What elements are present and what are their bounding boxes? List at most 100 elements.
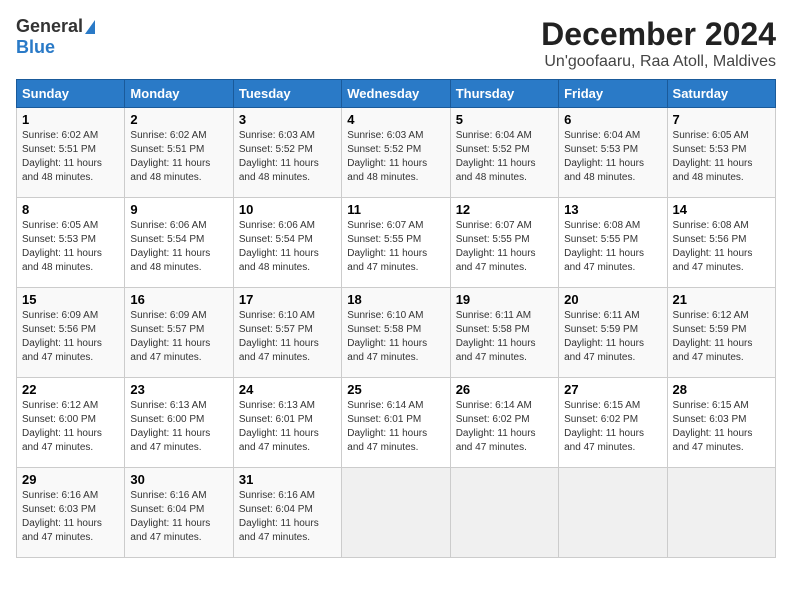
calendar-cell: 8 Sunrise: 6:05 AMSunset: 5:53 PMDayligh… <box>17 198 125 288</box>
day-number: 30 <box>130 472 227 487</box>
day-info: Sunrise: 6:12 AMSunset: 5:59 PMDaylight:… <box>673 310 753 363</box>
day-number: 20 <box>564 292 661 307</box>
calendar-header-saturday: Saturday <box>667 80 775 108</box>
day-number: 8 <box>22 202 119 217</box>
day-number: 14 <box>673 202 770 217</box>
calendar-header-tuesday: Tuesday <box>233 80 341 108</box>
day-info: Sunrise: 6:09 AMSunset: 5:56 PMDaylight:… <box>22 310 102 363</box>
calendar-table: SundayMondayTuesdayWednesdayThursdayFrid… <box>16 79 776 558</box>
calendar-cell: 23 Sunrise: 6:13 AMSunset: 6:00 PMDaylig… <box>125 378 233 468</box>
day-number: 17 <box>239 292 336 307</box>
day-number: 16 <box>130 292 227 307</box>
day-info: Sunrise: 6:15 AMSunset: 6:02 PMDaylight:… <box>564 400 644 453</box>
calendar-cell: 5 Sunrise: 6:04 AMSunset: 5:52 PMDayligh… <box>450 108 558 198</box>
calendar-cell: 15 Sunrise: 6:09 AMSunset: 5:56 PMDaylig… <box>17 288 125 378</box>
day-number: 6 <box>564 112 661 127</box>
day-number: 31 <box>239 472 336 487</box>
day-info: Sunrise: 6:02 AMSunset: 5:51 PMDaylight:… <box>22 130 102 183</box>
day-info: Sunrise: 6:16 AMSunset: 6:03 PMDaylight:… <box>22 490 102 543</box>
calendar-cell <box>559 468 667 558</box>
day-number: 4 <box>347 112 444 127</box>
calendar-cell: 20 Sunrise: 6:11 AMSunset: 5:59 PMDaylig… <box>559 288 667 378</box>
day-info: Sunrise: 6:05 AMSunset: 5:53 PMDaylight:… <box>673 130 753 183</box>
calendar-cell <box>667 468 775 558</box>
calendar-cell: 9 Sunrise: 6:06 AMSunset: 5:54 PMDayligh… <box>125 198 233 288</box>
day-info: Sunrise: 6:03 AMSunset: 5:52 PMDaylight:… <box>347 130 427 183</box>
day-info: Sunrise: 6:10 AMSunset: 5:57 PMDaylight:… <box>239 310 319 363</box>
calendar-cell <box>342 468 450 558</box>
day-info: Sunrise: 6:13 AMSunset: 6:00 PMDaylight:… <box>130 400 210 453</box>
calendar-week-row: 15 Sunrise: 6:09 AMSunset: 5:56 PMDaylig… <box>17 288 776 378</box>
calendar-header-sunday: Sunday <box>17 80 125 108</box>
calendar-cell: 1 Sunrise: 6:02 AMSunset: 5:51 PMDayligh… <box>17 108 125 198</box>
day-number: 15 <box>22 292 119 307</box>
day-number: 24 <box>239 382 336 397</box>
day-info: Sunrise: 6:16 AMSunset: 6:04 PMDaylight:… <box>239 490 319 543</box>
day-number: 25 <box>347 382 444 397</box>
header: General Blue December 2024 Un'goofaaru, … <box>16 16 776 71</box>
day-number: 21 <box>673 292 770 307</box>
calendar-header-wednesday: Wednesday <box>342 80 450 108</box>
day-number: 5 <box>456 112 553 127</box>
day-number: 3 <box>239 112 336 127</box>
calendar-header-thursday: Thursday <box>450 80 558 108</box>
day-info: Sunrise: 6:12 AMSunset: 6:00 PMDaylight:… <box>22 400 102 453</box>
calendar-cell: 26 Sunrise: 6:14 AMSunset: 6:02 PMDaylig… <box>450 378 558 468</box>
day-number: 26 <box>456 382 553 397</box>
calendar-cell: 25 Sunrise: 6:14 AMSunset: 6:01 PMDaylig… <box>342 378 450 468</box>
day-number: 22 <box>22 382 119 397</box>
calendar-cell: 21 Sunrise: 6:12 AMSunset: 5:59 PMDaylig… <box>667 288 775 378</box>
calendar-cell: 7 Sunrise: 6:05 AMSunset: 5:53 PMDayligh… <box>667 108 775 198</box>
page-subtitle: Un'goofaaru, Raa Atoll, Maldives <box>541 53 776 71</box>
day-number: 7 <box>673 112 770 127</box>
calendar-week-row: 29 Sunrise: 6:16 AMSunset: 6:03 PMDaylig… <box>17 468 776 558</box>
calendar-cell: 19 Sunrise: 6:11 AMSunset: 5:58 PMDaylig… <box>450 288 558 378</box>
day-number: 23 <box>130 382 227 397</box>
calendar-cell: 24 Sunrise: 6:13 AMSunset: 6:01 PMDaylig… <box>233 378 341 468</box>
day-number: 27 <box>564 382 661 397</box>
day-number: 29 <box>22 472 119 487</box>
calendar-cell <box>450 468 558 558</box>
logo-icon <box>85 20 95 34</box>
calendar-cell: 6 Sunrise: 6:04 AMSunset: 5:53 PMDayligh… <box>559 108 667 198</box>
day-info: Sunrise: 6:05 AMSunset: 5:53 PMDaylight:… <box>22 220 102 273</box>
calendar-cell: 16 Sunrise: 6:09 AMSunset: 5:57 PMDaylig… <box>125 288 233 378</box>
calendar-cell: 14 Sunrise: 6:08 AMSunset: 5:56 PMDaylig… <box>667 198 775 288</box>
calendar-week-row: 22 Sunrise: 6:12 AMSunset: 6:00 PMDaylig… <box>17 378 776 468</box>
day-info: Sunrise: 6:06 AMSunset: 5:54 PMDaylight:… <box>130 220 210 273</box>
day-info: Sunrise: 6:04 AMSunset: 5:53 PMDaylight:… <box>564 130 644 183</box>
day-info: Sunrise: 6:11 AMSunset: 5:58 PMDaylight:… <box>456 310 536 363</box>
calendar-cell: 12 Sunrise: 6:07 AMSunset: 5:55 PMDaylig… <box>450 198 558 288</box>
day-info: Sunrise: 6:16 AMSunset: 6:04 PMDaylight:… <box>130 490 210 543</box>
calendar-cell: 27 Sunrise: 6:15 AMSunset: 6:02 PMDaylig… <box>559 378 667 468</box>
calendar-week-row: 1 Sunrise: 6:02 AMSunset: 5:51 PMDayligh… <box>17 108 776 198</box>
day-info: Sunrise: 6:07 AMSunset: 5:55 PMDaylight:… <box>456 220 536 273</box>
day-number: 9 <box>130 202 227 217</box>
day-info: Sunrise: 6:07 AMSunset: 5:55 PMDaylight:… <box>347 220 427 273</box>
day-info: Sunrise: 6:11 AMSunset: 5:59 PMDaylight:… <box>564 310 644 363</box>
calendar-cell: 4 Sunrise: 6:03 AMSunset: 5:52 PMDayligh… <box>342 108 450 198</box>
calendar-cell: 17 Sunrise: 6:10 AMSunset: 5:57 PMDaylig… <box>233 288 341 378</box>
day-info: Sunrise: 6:15 AMSunset: 6:03 PMDaylight:… <box>673 400 753 453</box>
day-info: Sunrise: 6:13 AMSunset: 6:01 PMDaylight:… <box>239 400 319 453</box>
day-info: Sunrise: 6:14 AMSunset: 6:01 PMDaylight:… <box>347 400 427 453</box>
day-info: Sunrise: 6:03 AMSunset: 5:52 PMDaylight:… <box>239 130 319 183</box>
day-number: 12 <box>456 202 553 217</box>
calendar-cell: 30 Sunrise: 6:16 AMSunset: 6:04 PMDaylig… <box>125 468 233 558</box>
day-info: Sunrise: 6:06 AMSunset: 5:54 PMDaylight:… <box>239 220 319 273</box>
day-info: Sunrise: 6:02 AMSunset: 5:51 PMDaylight:… <box>130 130 210 183</box>
calendar-cell: 3 Sunrise: 6:03 AMSunset: 5:52 PMDayligh… <box>233 108 341 198</box>
day-info: Sunrise: 6:10 AMSunset: 5:58 PMDaylight:… <box>347 310 427 363</box>
calendar-header-friday: Friday <box>559 80 667 108</box>
calendar-cell: 18 Sunrise: 6:10 AMSunset: 5:58 PMDaylig… <box>342 288 450 378</box>
calendar-header-monday: Monday <box>125 80 233 108</box>
day-number: 10 <box>239 202 336 217</box>
logo: General Blue <box>16 16 95 58</box>
calendar-cell: 31 Sunrise: 6:16 AMSunset: 6:04 PMDaylig… <box>233 468 341 558</box>
calendar-cell: 10 Sunrise: 6:06 AMSunset: 5:54 PMDaylig… <box>233 198 341 288</box>
day-info: Sunrise: 6:08 AMSunset: 5:55 PMDaylight:… <box>564 220 644 273</box>
calendar-cell: 13 Sunrise: 6:08 AMSunset: 5:55 PMDaylig… <box>559 198 667 288</box>
calendar-header-row: SundayMondayTuesdayWednesdayThursdayFrid… <box>17 80 776 108</box>
calendar-cell: 11 Sunrise: 6:07 AMSunset: 5:55 PMDaylig… <box>342 198 450 288</box>
day-number: 11 <box>347 202 444 217</box>
